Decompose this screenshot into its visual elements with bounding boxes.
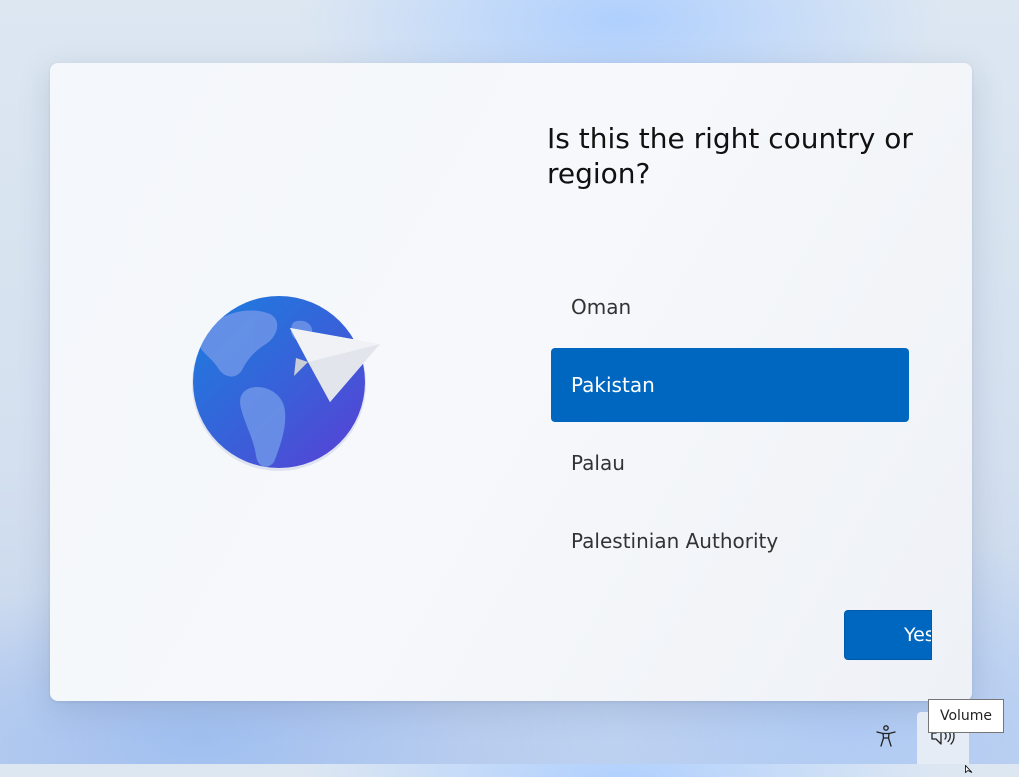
region-option-pakistan[interactable]: Pakistan	[551, 348, 909, 422]
region-option-oman[interactable]: Oman	[551, 270, 909, 344]
mouse-cursor-icon	[965, 758, 975, 777]
volume-tooltip: Volume	[928, 699, 1004, 733]
accessibility-icon	[875, 724, 897, 752]
page-title: Is this the right country or region?	[547, 122, 913, 190]
yes-button-label: Yes	[904, 624, 932, 646]
yes-button[interactable]: Yes	[844, 610, 932, 660]
region-option-palau[interactable]: Palau	[551, 426, 909, 500]
globe-paper-plane-icon	[190, 292, 390, 472]
region-option-palestinian-authority[interactable]: Palestinian Authority	[551, 504, 909, 578]
accessibility-button[interactable]	[860, 712, 912, 764]
region-list[interactable]: Oman Pakistan Palau Palestinian Authorit…	[551, 270, 909, 582]
